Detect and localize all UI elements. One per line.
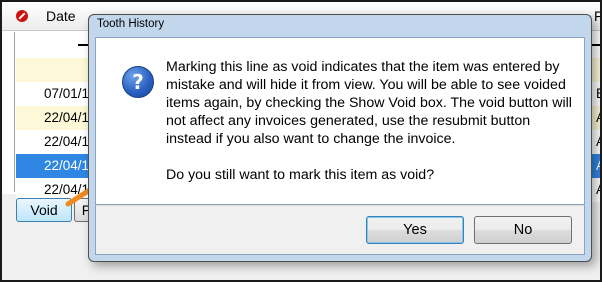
row-date: 07/01/1	[44, 86, 90, 101]
confirm-dialog: Tooth History ? Marking this line as voi…	[88, 14, 592, 262]
void-marker-icon	[16, 10, 28, 22]
no-button[interactable]: No	[474, 216, 572, 244]
dialog-question-text: Do you still want to mark this item as v…	[166, 167, 435, 183]
dialog-message: Marking this line as void indicates that…	[166, 58, 574, 184]
dialog-footer: Yes No	[95, 205, 585, 255]
screenshot-frame: Date F 07/01/1 E 22/04/1 A 22/04/1 A 22/…	[0, 0, 602, 282]
row-tail: A	[596, 154, 600, 178]
row-tail: E	[596, 82, 600, 106]
row-tail: A	[596, 130, 600, 154]
column-header-date[interactable]: Date	[46, 8, 76, 24]
dialog-message-text: Marking this line as void indicates that…	[166, 59, 572, 147]
dialog-title: Tooth History	[97, 18, 165, 30]
row-tail: A	[596, 178, 600, 202]
column-header-right[interactable]: F	[594, 8, 600, 24]
row-date: 22/04/1	[44, 134, 90, 149]
row-tail: A	[596, 106, 600, 130]
question-icon: ?	[122, 66, 154, 98]
row-date: 22/04/1	[44, 110, 90, 125]
grid-border	[14, 32, 15, 192]
dialog-body: ? Marking this line as void indicates th…	[95, 37, 585, 205]
yes-button[interactable]: Yes	[366, 216, 464, 244]
